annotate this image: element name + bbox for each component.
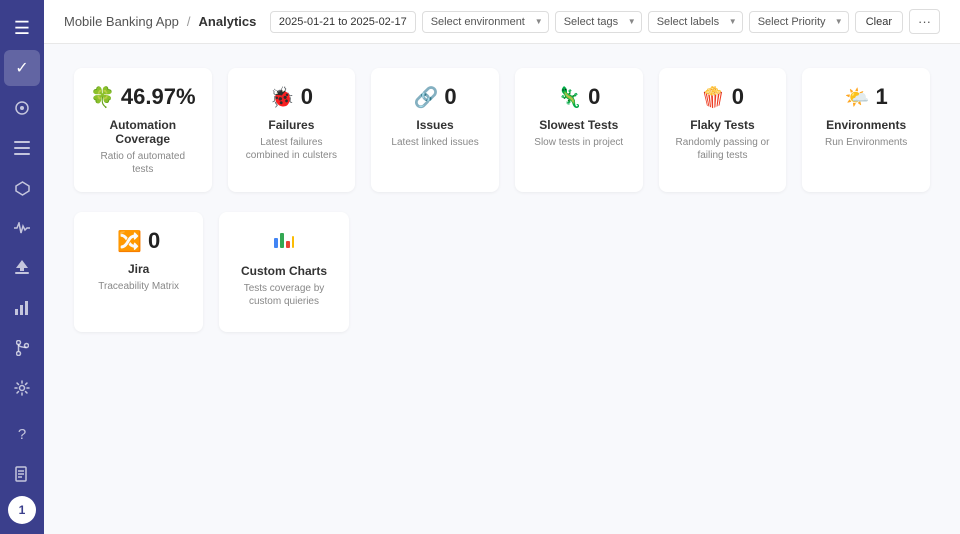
avatar[interactable]: 1	[8, 496, 36, 524]
card-emoji-1-3: 🦎	[557, 85, 582, 110]
card-emoji-1-1: 🐞	[270, 85, 295, 110]
sidebar-icon-activity[interactable]	[4, 210, 40, 246]
card-title-1-3: Slowest Tests	[539, 118, 618, 132]
cards-row-2: 🔀0 Jira Traceability Matrix Custom Charts T…	[74, 212, 930, 332]
content-area: 🍀46.97% Automation Coverage Ratio of autom…	[44, 44, 960, 534]
labels-filter-wrapper: Select labels	[648, 11, 743, 33]
card-subtitle-1-3: Slow tests in project	[534, 136, 623, 149]
date-range[interactable]: 2025-01-21 to 2025-02-17	[270, 11, 416, 33]
tags-filter-wrapper: Select tags	[555, 11, 642, 33]
card-emoji-1-2: 🔗	[413, 85, 438, 110]
card-title-1-4: Flaky Tests	[690, 118, 754, 132]
card-value-2-0: 0	[148, 228, 160, 254]
card-1-3[interactable]: 🦎0 Slowest Tests Slow tests in project	[515, 68, 643, 192]
header: Mobile Banking App / Analytics 2025-01-2…	[44, 0, 960, 44]
priority-filter-wrapper: Select Priority	[749, 11, 849, 33]
sidebar: ☰ ✓ ? 1	[0, 0, 44, 534]
card-title-1-2: Issues	[416, 118, 453, 132]
card-emoji-1-5: 🌤️	[845, 85, 870, 110]
card-1-2[interactable]: 🔗0 Issues Latest linked issues	[371, 68, 499, 192]
card-value-1-4: 0	[732, 84, 744, 110]
card-2-0[interactable]: 🔀0 Jira Traceability Matrix	[74, 212, 203, 332]
card-title-2-0: Jira	[128, 262, 149, 276]
card-1-4[interactable]: 🍿0 Flaky Tests Randomly passing or failing…	[659, 68, 787, 192]
card-emoji-2-0: 🔀	[117, 229, 142, 254]
card-subtitle-2-0: Traceability Matrix	[98, 280, 179, 293]
sidebar-bottom: ? 1	[4, 416, 40, 524]
card-value-1-5: 1	[875, 84, 887, 110]
card-value-1-1: 0	[301, 84, 313, 110]
card-value-1-2: 0	[444, 84, 456, 110]
card-title-1-5: Environments	[826, 118, 906, 132]
cards-row-1: 🍀46.97% Automation Coverage Ratio of autom…	[74, 68, 930, 192]
tags-select[interactable]: Select tags	[555, 11, 642, 33]
card-value-1-0: 46.97%	[121, 84, 196, 110]
card-subtitle-1-1: Latest failures combined in culsters	[244, 136, 340, 162]
card-subtitle-1-5: Run Environments	[825, 136, 907, 149]
card-2-1[interactable]: Custom Charts Tests coverage by custom qu…	[219, 212, 348, 332]
card-subtitle-1-2: Latest linked issues	[391, 136, 478, 149]
more-button[interactable]: ···	[909, 9, 940, 34]
card-subtitle-1-4: Randomly passing or failing tests	[675, 136, 771, 162]
breadcrumb-separator: /	[187, 14, 191, 29]
sidebar-icon-tag[interactable]	[4, 170, 40, 206]
priority-select[interactable]: Select Priority	[749, 11, 849, 33]
sidebar-icon-bar[interactable]	[4, 290, 40, 326]
sidebar-icon-import[interactable]	[4, 250, 40, 286]
env-select[interactable]: Select environment	[422, 11, 549, 33]
card-1-1[interactable]: 🐞0 Failures Latest failures combined in cu…	[228, 68, 356, 192]
sidebar-icon-help[interactable]: ?	[4, 416, 40, 452]
sidebar-icon-menu[interactable]: ☰	[4, 10, 40, 46]
sidebar-icon-docs[interactable]	[4, 456, 40, 492]
card-subtitle-1-0: Ratio of automated tests	[90, 150, 196, 176]
card-emoji-2-1	[273, 228, 295, 256]
page-name: Analytics	[199, 14, 257, 29]
sidebar-icon-circle[interactable]	[4, 90, 40, 126]
clear-button[interactable]: Clear	[855, 11, 903, 33]
sidebar-icon-list[interactable]	[4, 130, 40, 166]
card-subtitle-2-1: Tests coverage by custom quieries	[235, 282, 332, 308]
card-title-1-1: Failures	[268, 118, 314, 132]
sidebar-icon-settings[interactable]	[4, 370, 40, 406]
app-name: Mobile Banking App	[64, 14, 179, 29]
card-title-1-0: Automation Coverage	[90, 118, 196, 146]
sidebar-icon-check[interactable]: ✓	[4, 50, 40, 86]
card-1-5[interactable]: 🌤️1 Environments Run Environments	[802, 68, 930, 192]
card-emoji-1-0: 🍀	[90, 85, 115, 110]
sidebar-icon-branch[interactable]	[4, 330, 40, 366]
main-content: Mobile Banking App / Analytics 2025-01-2…	[44, 0, 960, 534]
header-filters: 2025-01-21 to 2025-02-17 Select environm…	[270, 9, 940, 34]
labels-select[interactable]: Select labels	[648, 11, 743, 33]
card-value-1-3: 0	[588, 84, 600, 110]
card-1-0[interactable]: 🍀46.97% Automation Coverage Ratio of autom…	[74, 68, 212, 192]
card-title-2-1: Custom Charts	[241, 264, 327, 278]
card-emoji-1-4: 🍿	[701, 85, 726, 110]
env-filter-wrapper: Select environment	[422, 11, 549, 33]
